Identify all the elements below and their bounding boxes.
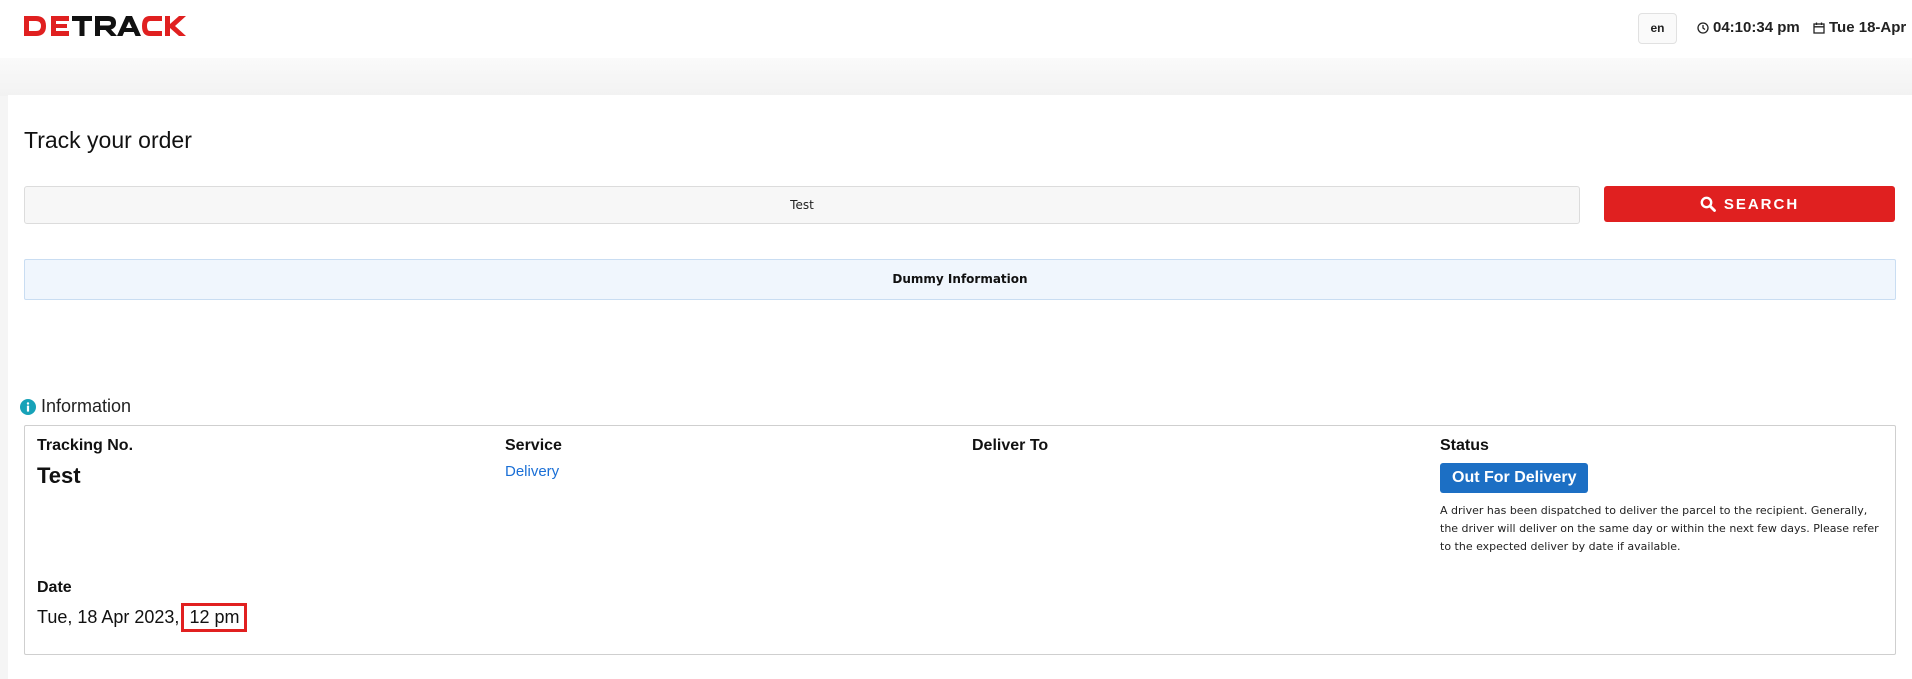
info-icon xyxy=(20,398,36,415)
language-button[interactable]: en xyxy=(1638,13,1677,44)
notice-banner: Dummy Information xyxy=(24,259,1896,300)
search-input[interactable] xyxy=(24,186,1580,224)
status-badge: Out For Delivery xyxy=(1440,463,1589,493)
header-shadow-band xyxy=(0,58,1912,96)
search-button[interactable]: SEARCH xyxy=(1604,186,1895,222)
information-heading: Information xyxy=(20,396,131,417)
date-value: Tue, 18 Apr 2023, 12 pm xyxy=(37,603,248,632)
status-label: Status xyxy=(1440,437,1489,454)
status-description: A driver has been dispatched to deliver … xyxy=(1440,504,1879,553)
date-value-text: Tue, 18 Apr 2023, xyxy=(37,607,180,627)
date-label: Date xyxy=(37,579,72,596)
current-date: Tue 18-Apr xyxy=(1813,19,1906,36)
deliver-to-label: Deliver To xyxy=(972,437,1049,454)
search-button-label: SEARCH xyxy=(1723,195,1800,213)
tracking-number-value: Test xyxy=(37,463,81,488)
page-title: Track your order xyxy=(24,127,192,153)
service-label: Service xyxy=(505,437,562,454)
search-icon xyxy=(1700,196,1716,212)
current-date-text: Tue 18-Apr xyxy=(1829,19,1907,36)
detrack-logo-image xyxy=(24,16,186,36)
information-heading-text: Information xyxy=(41,396,132,416)
current-time-text: 04:10:34 pm xyxy=(1713,19,1800,36)
current-time: 04:10:34 pm xyxy=(1697,19,1800,36)
tracking-number-label: Tracking No. xyxy=(37,437,134,454)
service-link[interactable]: Delivery xyxy=(505,463,559,480)
calendar-icon xyxy=(1813,22,1825,34)
time-value-highlight: 12 pm xyxy=(181,603,248,632)
clock-icon xyxy=(1697,21,1709,34)
top-header: en 04:10:34 pm Tue 18-Apr xyxy=(0,0,1912,58)
detrack-logo[interactable] xyxy=(22,14,217,43)
